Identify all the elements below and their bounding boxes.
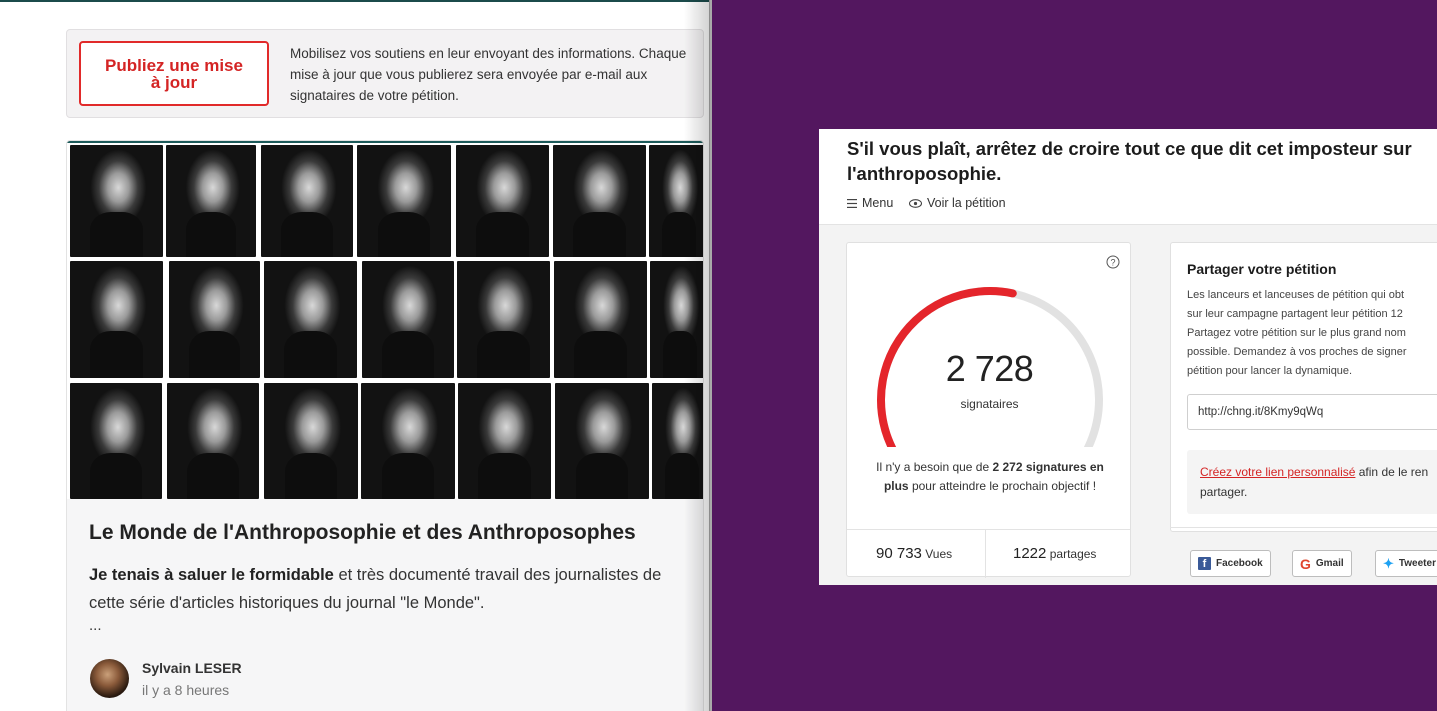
portrait-photo [553,145,646,257]
facebook-share-button[interactable]: f Facebook [1190,550,1271,577]
facebook-icon: f [1198,557,1211,570]
svg-text:?: ? [1110,257,1115,267]
update-card: Publiez une mise à jour Mobilisez vos so… [66,29,704,118]
petition-panel: S'il vous plaît, arrêtez de croire tout … [819,129,1437,585]
menu-link[interactable]: Menu [847,196,893,210]
shares-label: partages [1049,547,1097,561]
share-description: Les lanceurs et lanceuses de pétition qu… [1187,286,1437,381]
portrait-photo [652,383,703,499]
left-panel: Publiez une mise à jour Mobilisez vos so… [0,0,710,711]
stats-separator [985,530,986,578]
post-card[interactable]: Le Monde de l'Anthroposophie et des Anth… [66,140,704,711]
tweet-label: Tweeter [1398,558,1436,569]
facebook-label: Facebook [1216,558,1263,569]
portrait-photo [70,261,163,378]
post-title[interactable]: Le Monde de l'Anthroposophie et des Anth… [89,521,689,545]
avatar[interactable] [90,659,129,698]
gmail-share-button[interactable]: G Gmail [1292,550,1352,577]
share-url-value: http://chng.it/8Kmy9qWq [1198,406,1324,418]
share-desc-line: Les lanceurs et lanceuses de pétition qu… [1187,289,1405,301]
portrait-photo [361,383,455,499]
photo-collage [67,141,703,499]
signature-count: 2 728 [945,348,1034,389]
goal-message: Il n'y a besoin que de 2 272 signatures … [875,458,1105,496]
petition-header: S'il vous plaît, arrêtez de croire tout … [819,129,1437,225]
portrait-photo [169,261,260,378]
portrait-photo [264,383,358,499]
gmail-icon: G [1300,555,1311,572]
portrait-photo [554,261,647,378]
portrait-photo [70,145,163,257]
share-desc-line: Partagez votre pétition sur le plus gran… [1187,327,1406,339]
portrait-photo [166,145,256,257]
custom-link-box: Créez votre lien personnalisé afin de le… [1187,450,1437,514]
twitter-share-button[interactable]: ✦ Tweeter [1375,550,1437,577]
signatures-card: ? 2 728 signataires Il n'y a besoin que … [846,242,1131,578]
portrait-photo [456,145,549,257]
shares-stat: 1222 partages [1013,545,1096,562]
share-divider [1170,527,1437,528]
goal-suffix: pour atteindre le prochain objectif ! [908,479,1097,493]
post-ellipsis: ... [89,617,102,634]
portrait-photo [261,145,353,257]
goal-prefix: Il n'y a besoin que de [876,460,993,474]
portrait-photo [357,145,451,257]
signature-label: signataires [960,397,1019,411]
menu-icon [847,198,857,208]
menu-label: Menu [862,196,894,210]
custom-link-line: Créez votre lien personnalisé afin de le… [1200,462,1437,482]
share-card: Partager votre pétition Les lanceurs et … [1170,242,1437,532]
share-desc-line: possible. Demandez à vos proches de sign… [1187,346,1407,358]
petition-title: S'il vous plaît, arrêtez de croire tout … [847,138,1412,184]
portrait-photo [649,145,703,257]
portrait-photo [70,383,162,499]
eye-icon [909,198,922,208]
portrait-photo [458,383,551,499]
views-stat: 90 733 Vues [876,545,952,562]
view-petition-link[interactable]: Voir la pétition [909,196,1006,210]
portrait-photo [362,261,454,378]
share-url-field[interactable]: http://chng.it/8Kmy9qWq [1187,394,1437,430]
portrait-photo [264,261,357,378]
custom-link-line2: partager. [1200,485,1248,499]
author-timestamp: il y a 8 heures [142,682,230,698]
create-custom-link[interactable]: Créez votre lien personnalisé [1200,465,1355,479]
publish-update-button[interactable]: Publiez une mise à jour [79,41,269,106]
gmail-label: Gmail [1315,558,1344,569]
post-body: Je tenais à saluer le formidable et très… [89,561,689,617]
portrait-photo [167,383,259,499]
portrait-photo [555,383,649,499]
portrait-photo [650,261,703,378]
views-label: Vues [925,547,953,561]
stats-footer: 90 733 Vues 1222 partages [847,529,1130,578]
help-icon[interactable]: ? [1106,255,1120,269]
share-desc-line: pétition pour lancer la dynamique. [1187,365,1353,377]
share-desc-line: sur leur campagne partagent leur pétitio… [1187,308,1403,320]
update-description: Mobilisez vos soutiens en leur envoyant … [290,46,687,103]
author-name[interactable]: Sylvain LESER [142,660,242,676]
views-count: 90 733 [876,545,922,562]
post-body-bold: Je tenais à saluer le formidable [89,566,334,584]
share-title: Partager votre pétition [1187,261,1337,277]
twitter-icon: ✦ [1383,555,1394,571]
top-border [0,0,710,2]
custom-link-rest: afin de le ren [1355,465,1429,479]
portrait-photo [457,261,550,378]
view-petition-label: Voir la pétition [927,196,1006,210]
shares-count: 1222 [1013,545,1047,562]
